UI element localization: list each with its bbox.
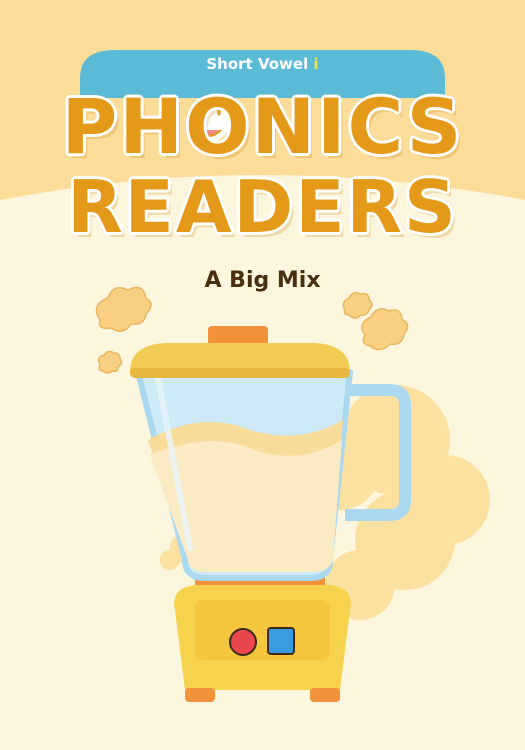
book-cover: Short Vowel i PHONICS READERS A Big Mix [0, 0, 525, 750]
vowel-letter: i [313, 55, 319, 73]
series-label-text: Short Vowel [206, 55, 309, 73]
blender-lid [130, 326, 350, 378]
series-title-line2: READERS [67, 165, 458, 249]
book-title: A Big Mix [204, 268, 321, 293]
blue-button-icon [267, 627, 295, 655]
series-label: Short Vowel i [0, 55, 525, 73]
blender-jar [135, 369, 353, 581]
series-title-line1: PHONICS [61, 82, 464, 171]
blender-base [174, 560, 351, 702]
red-button-icon [229, 628, 257, 656]
